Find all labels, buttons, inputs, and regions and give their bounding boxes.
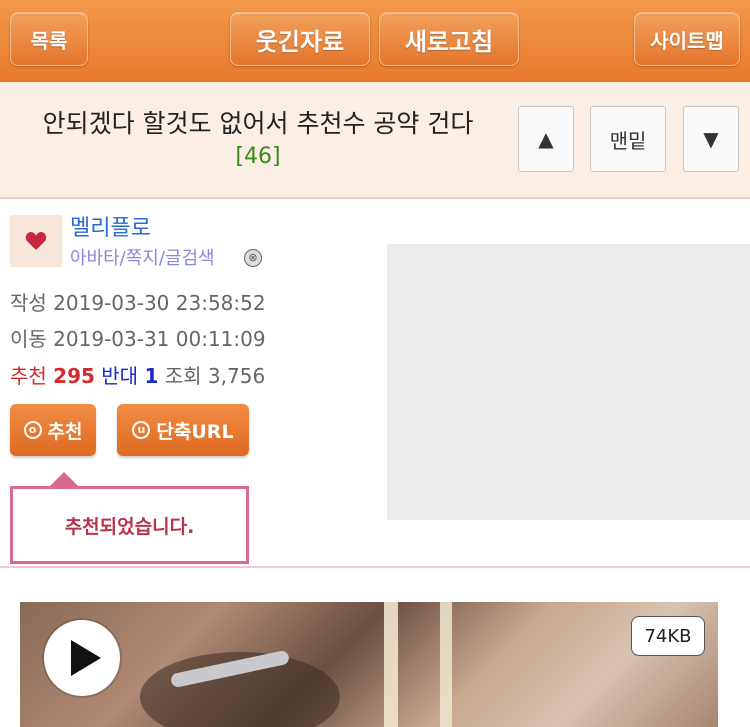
recommend-tooltip: 추천되었습니다. xyxy=(10,486,249,564)
recommend-count: 295 xyxy=(53,364,95,388)
short-url-button[interactable]: u 단축URL xyxy=(117,404,249,456)
ad-placeholder xyxy=(387,244,750,520)
nav-bottom-button[interactable]: 맨밑 xyxy=(590,106,666,172)
humor-board-button[interactable]: 웃긴자료 xyxy=(230,12,370,66)
file-size-badge: 74KB xyxy=(631,616,705,656)
preview-chopstick-shape xyxy=(440,602,452,727)
author-links[interactable]: 아바타/쪽지/글검색 xyxy=(70,244,215,270)
nav-down-button[interactable]: ▼ xyxy=(683,106,739,172)
write-time: 2019-03-30 23:58:52 xyxy=(53,291,266,315)
recommend-button-label: 추천 xyxy=(47,420,83,443)
block-icon[interactable]: ⊗ xyxy=(244,249,262,267)
views-count: 3,756 xyxy=(207,364,266,388)
comment-count[interactable]: [46] xyxy=(14,144,502,169)
section-divider xyxy=(0,566,750,568)
recommend-label: 추천 xyxy=(10,364,47,388)
heart-icon xyxy=(25,232,47,250)
views-label: 조회 xyxy=(164,364,202,388)
avatar[interactable] xyxy=(10,215,62,267)
write-label: 작성 xyxy=(10,291,47,315)
short-url-button-label: 단축URL xyxy=(156,420,234,443)
play-icon xyxy=(71,640,101,676)
post-title: 안되겠다 할것도 없어서 추천수 공약 건다 xyxy=(42,109,474,138)
play-button[interactable] xyxy=(44,620,120,696)
top-bar: 목록 웃긴자료 새로고침 사이트맵 xyxy=(0,0,750,82)
sitemap-button[interactable]: 사이트맵 xyxy=(634,12,740,66)
oppose-label: 반대 xyxy=(101,364,139,388)
nav-up-button[interactable]: ▲ xyxy=(518,106,574,172)
recommend-icon: o xyxy=(23,421,42,439)
tooltip-arrow xyxy=(50,472,78,486)
move-time-row: 이동 2019-03-31 00:11:09 xyxy=(10,323,266,352)
gif-preview[interactable] xyxy=(20,602,718,727)
move-time: 2019-03-31 00:11:09 xyxy=(53,327,266,351)
preview-chopstick-shape xyxy=(384,602,398,727)
refresh-button[interactable]: 새로고침 xyxy=(379,12,519,66)
recommend-button[interactable]: o 추천 xyxy=(10,404,96,456)
move-label: 이동 xyxy=(10,327,47,351)
write-time-row: 작성 2019-03-30 23:58:52 xyxy=(10,287,266,316)
url-icon: u xyxy=(132,421,151,439)
list-button[interactable]: 목록 xyxy=(10,12,88,66)
stats-row: 추천 295 반대 1 조회 3,756 xyxy=(10,360,265,389)
oppose-count: 1 xyxy=(144,364,159,388)
author-name[interactable]: 멜리플로 xyxy=(70,210,151,242)
title-band: 안되겠다 할것도 없어서 추천수 공약 건다 [46] ▲ 맨밑 ▼ xyxy=(0,82,750,199)
